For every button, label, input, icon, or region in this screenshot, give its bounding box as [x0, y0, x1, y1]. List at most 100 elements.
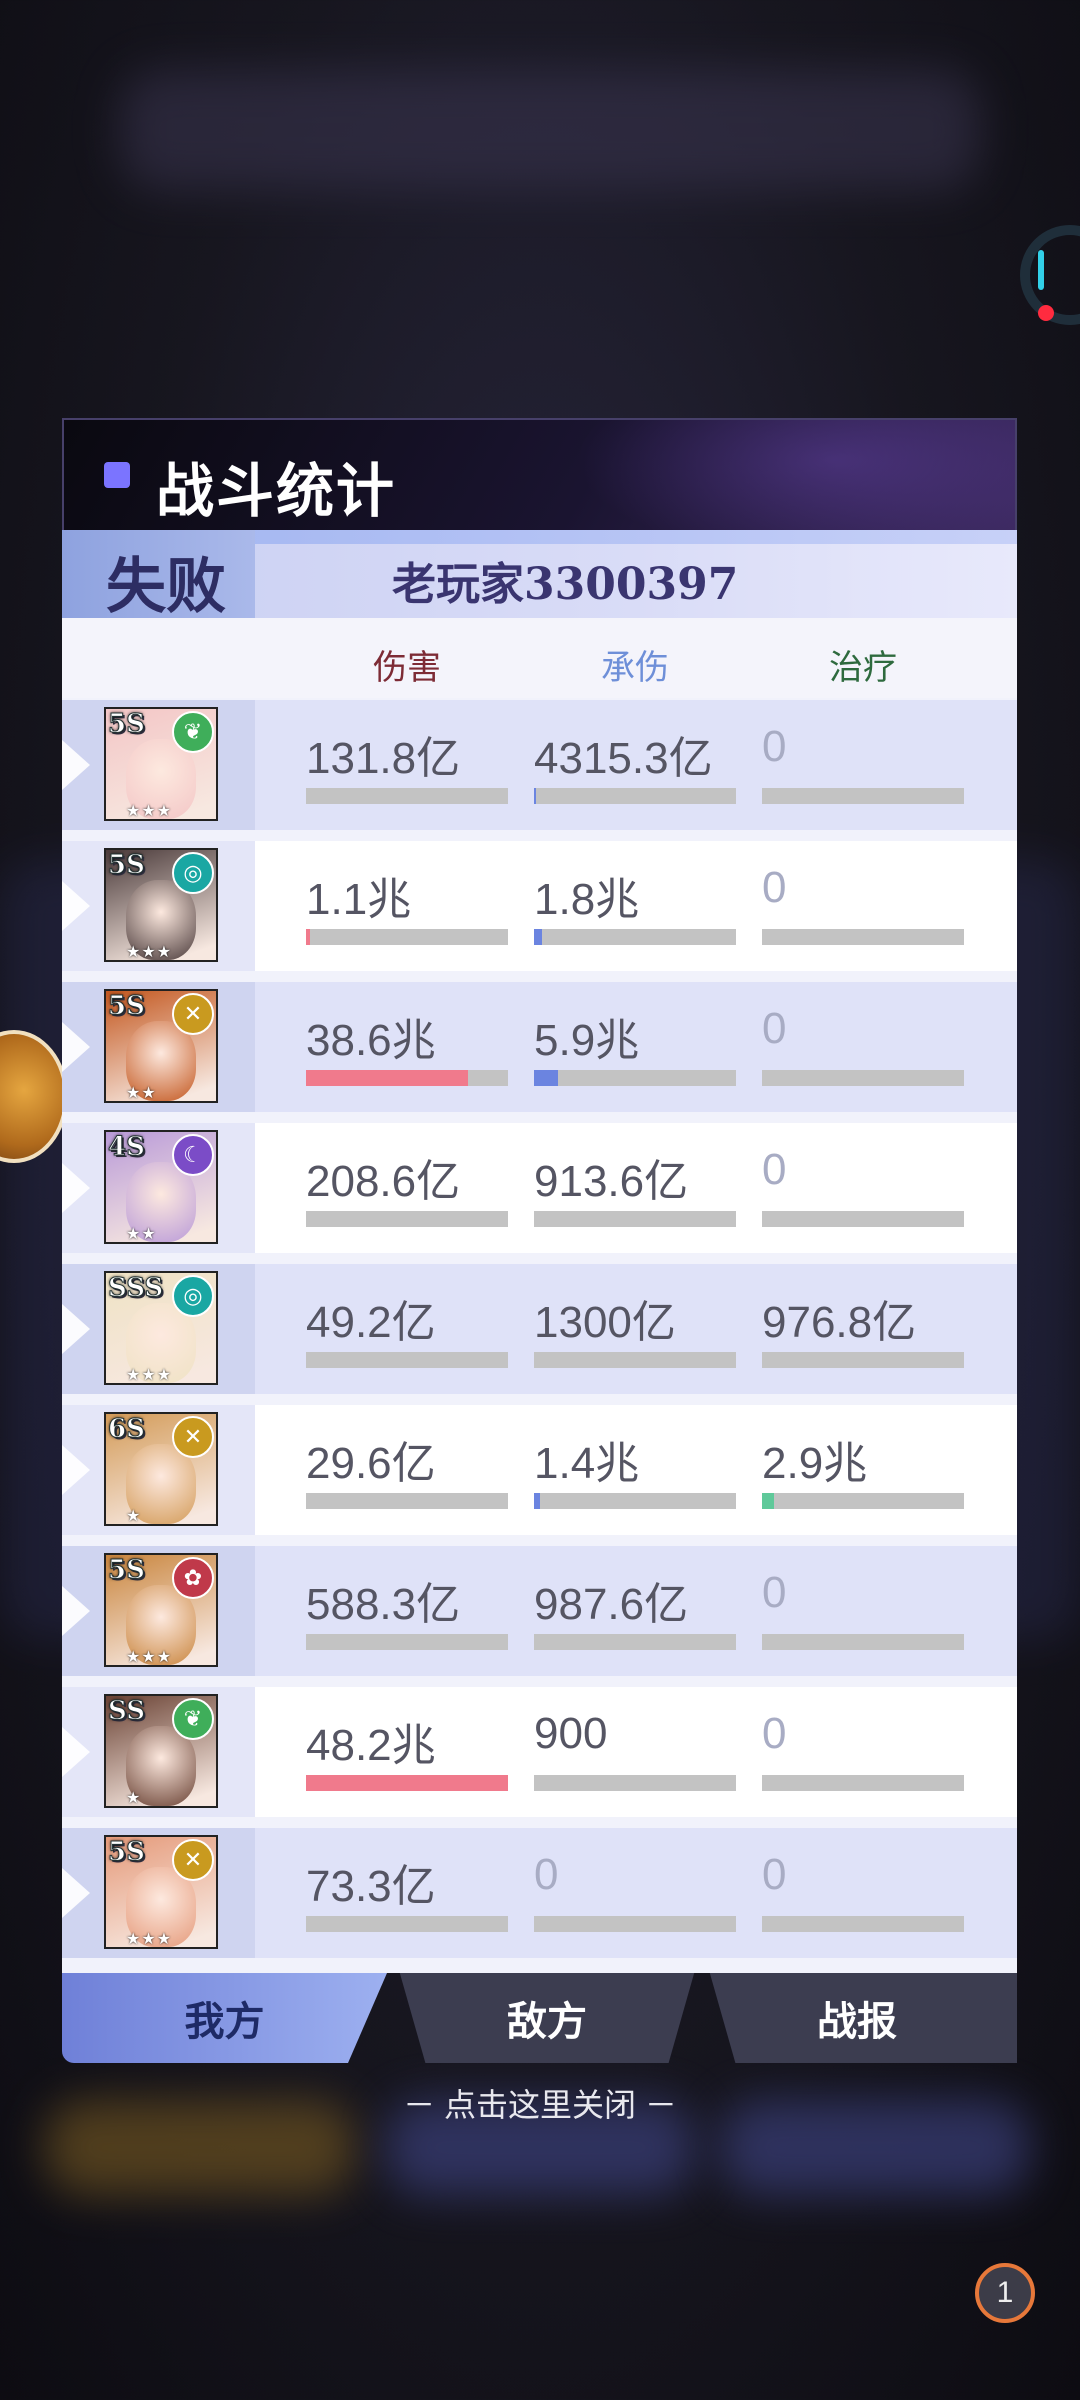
- stat-damage-bar: [306, 1070, 508, 1086]
- tab-mine[interactable]: 我方: [62, 1973, 387, 2063]
- stat-heal-value: 976.8亿: [762, 1298, 917, 1347]
- stat-heal-bar-fill: [762, 1493, 775, 1509]
- stat-taken-value: 0: [534, 1850, 559, 1899]
- portrait-cell: 5S ❦ ★★★: [62, 700, 255, 830]
- stat-taken-value: 1.8兆: [534, 875, 640, 924]
- stat-heal-value: 0: [762, 1709, 787, 1758]
- hero-grade: SS: [108, 1696, 146, 1727]
- hero-stars: ★★★: [126, 1367, 173, 1384]
- tab-enemy[interactable]: 敌方: [399, 1973, 695, 2063]
- hero-grade: 5S: [108, 1837, 146, 1868]
- stat-taken-bar: [534, 1070, 736, 1086]
- stat-heal-bar: [762, 1070, 964, 1086]
- hero-stars: ★★★: [126, 803, 173, 820]
- stat-taken-bar: [534, 788, 736, 804]
- stat-damage-bar: [306, 1634, 508, 1650]
- portrait-cell: 5S ✕ ★★★: [62, 1828, 255, 1958]
- hero-row: 5S ✕ ★★★ 73.3亿 0 0: [62, 1828, 1017, 1958]
- hero-grade: 5S: [108, 991, 146, 1022]
- stat-damage-value: 588.3亿: [306, 1580, 461, 1629]
- portrait-cell: 6S ✕ ★: [62, 1405, 255, 1535]
- stat-damage-value: 1.1兆: [306, 875, 412, 924]
- hero-stars: ★★: [126, 1226, 157, 1243]
- hero-row: SS ❦ ★ 48.2兆 900 0: [62, 1687, 1017, 1817]
- hero-stars: ★: [126, 1508, 142, 1525]
- stat-taken-bar-fill: [534, 929, 543, 945]
- hero-portrait[interactable]: 5S ✕ ★★★: [104, 1835, 218, 1949]
- hero-grade: SSS: [107, 1273, 164, 1304]
- stat-heal-value: 0: [762, 1850, 787, 1899]
- result-bar: 失败 老玩家3300397: [62, 530, 1017, 622]
- stat-heal-bar: [762, 788, 964, 804]
- hero-portrait[interactable]: 5S ❦ ★★★: [104, 707, 218, 821]
- stat-damage-bar-fill: [306, 1775, 508, 1791]
- stat-damage-value: 49.2亿: [306, 1298, 436, 1347]
- column-headers: 伤害 承伤 治疗: [62, 618, 1017, 698]
- stat-heal-value: 0: [762, 1568, 787, 1617]
- stats-list[interactable]: 5S ❦ ★★★ 131.8亿 4315.3亿 0 5S ◎ ★★★ 1.1兆 1.8兆 0 5S ✕ ★★…: [62, 698, 1017, 1973]
- stat-taken-bar: [534, 1211, 736, 1227]
- stat-damage-bar: [306, 1775, 508, 1791]
- leaf-icon: ❦: [172, 1698, 214, 1740]
- hero-grade: 6S: [108, 1414, 146, 1445]
- hero-grade: 4S: [108, 1132, 146, 1163]
- stat-heal-value: 0: [762, 1145, 787, 1194]
- hero-portrait[interactable]: SSS ◎ ★★★: [104, 1271, 218, 1385]
- battle-stats-panel: 战斗统计 失败 老玩家3300397 伤害 承伤 治疗 5S ❦ ★★★ 131.8亿…: [62, 418, 1017, 2063]
- stat-damage-bar: [306, 1352, 508, 1368]
- cross-icon: ✕: [172, 1416, 214, 1458]
- tab-report[interactable]: 战报: [709, 1973, 1017, 2063]
- leaf-icon: ❦: [172, 711, 214, 753]
- column-taken: 承伤: [601, 649, 669, 687]
- swirl-icon: ◎: [172, 852, 214, 894]
- stat-heal-value: 2.9兆: [762, 1439, 868, 1488]
- stat-taken-value: 913.6亿: [534, 1157, 689, 1206]
- close-hint[interactable]: － 点击这里关闭 －: [0, 2080, 1080, 2126]
- moon-icon: ☾: [172, 1134, 214, 1176]
- background-top-blur: [120, 70, 980, 190]
- stat-taken-value: 1300亿: [534, 1298, 676, 1347]
- panel-title: 战斗统计: [156, 459, 397, 524]
- stat-damage-bar: [306, 788, 508, 804]
- hero-portrait[interactable]: 5S ✿ ★★★: [104, 1553, 218, 1667]
- column-damage: 伤害: [373, 649, 441, 687]
- hero-row: 5S ✿ ★★★ 588.3亿 987.6亿 0: [62, 1546, 1017, 1676]
- stat-heal-bar: [762, 1211, 964, 1227]
- stat-taken-value: 987.6亿: [534, 1580, 689, 1629]
- stat-damage-bar-fill: [306, 1070, 468, 1086]
- hero-row: 5S ❦ ★★★ 131.8亿 4315.3亿 0: [62, 700, 1017, 830]
- hero-portrait[interactable]: 6S ✕ ★: [104, 1412, 218, 1526]
- hero-row: 5S ✕ ★★ 38.6兆 5.9兆 0: [62, 982, 1017, 1112]
- hero-grade: 5S: [108, 709, 146, 740]
- stat-heal-bar: [762, 929, 964, 945]
- cross-icon: ✕: [172, 993, 214, 1035]
- hero-portrait[interactable]: SS ❦ ★: [104, 1694, 218, 1808]
- title-square-icon: [104, 462, 130, 488]
- rose-icon: ✿: [172, 1557, 214, 1599]
- page-badge[interactable]: 1: [975, 2263, 1035, 2323]
- stat-taken-bar: [534, 1493, 736, 1509]
- stat-heal-bar: [762, 1352, 964, 1368]
- stat-taken-bar: [534, 1634, 736, 1650]
- stat-damage-bar: [306, 1211, 508, 1227]
- stat-heal-bar: [762, 1493, 964, 1509]
- hero-portrait[interactable]: 4S ☾ ★★: [104, 1130, 218, 1244]
- hero-row: 4S ☾ ★★ 208.6亿 913.6亿 0: [62, 1123, 1017, 1253]
- stat-taken-bar-fill: [534, 1070, 559, 1086]
- stat-heal-bar: [762, 1916, 964, 1932]
- result-status: 失败: [106, 552, 226, 622]
- side-tabs: 我方 敌方 战报: [62, 1973, 1017, 2063]
- stat-heal-value: 0: [762, 722, 787, 771]
- stat-taken-value: 5.9兆: [534, 1016, 640, 1065]
- notification-dot: [1038, 305, 1054, 321]
- stat-damage-value: 48.2兆: [306, 1721, 436, 1770]
- hero-portrait[interactable]: 5S ✕ ★★: [104, 989, 218, 1103]
- stat-taken-bar: [534, 1775, 736, 1791]
- stat-damage-value: 38.6兆: [306, 1016, 436, 1065]
- hero-grade: 5S: [108, 850, 146, 881]
- hero-portrait[interactable]: 5S ◎ ★★★: [104, 848, 218, 962]
- stat-taken-bar: [534, 1352, 736, 1368]
- portrait-cell: 5S ✿ ★★★: [62, 1546, 255, 1676]
- stat-damage-value: 131.8亿: [306, 734, 461, 783]
- stat-taken-bar: [534, 1916, 736, 1932]
